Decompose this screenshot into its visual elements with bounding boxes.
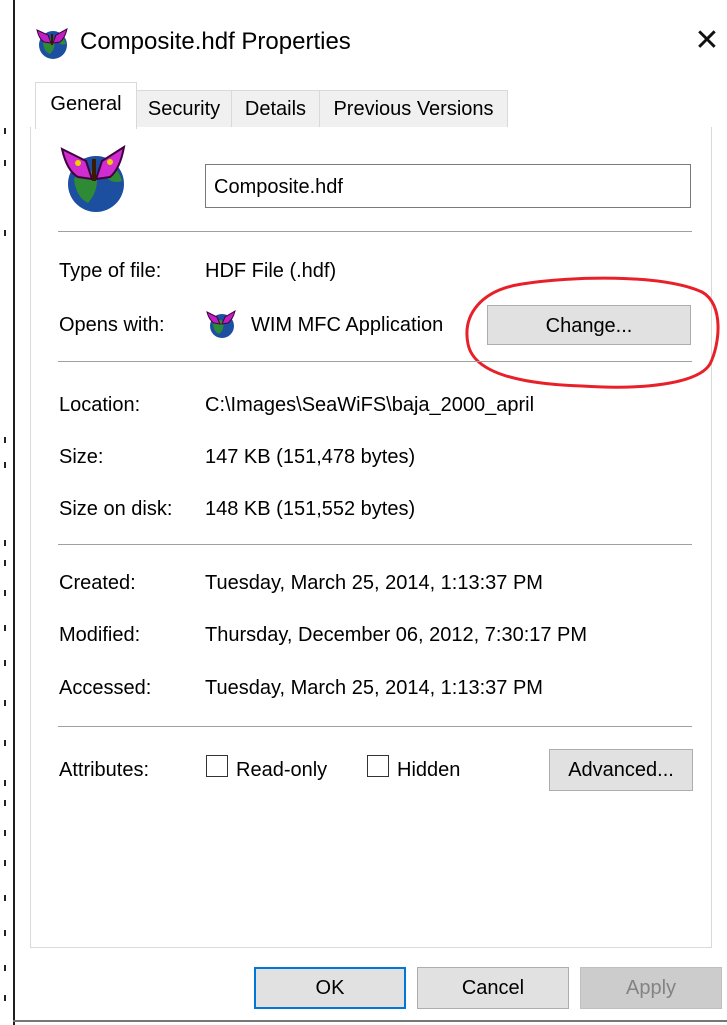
size-on-disk-value: 148 KB (151,552 bytes) <box>205 498 416 520</box>
size-label: Size: <box>59 446 104 468</box>
attributes-label: Attributes: <box>59 759 150 781</box>
ok-button[interactable]: OK <box>254 967 406 1009</box>
butterfly-globe-icon <box>34 26 70 60</box>
advanced-button[interactable]: Advanced... <box>549 749 693 791</box>
size-value: 147 KB (151,478 bytes) <box>205 446 416 468</box>
modified-label: Modified: <box>59 624 141 646</box>
accessed-label: Accessed: <box>59 677 152 699</box>
file-type-icon <box>58 144 128 215</box>
tab-security[interactable]: Security <box>136 90 232 129</box>
size-on-disk-label: Size on disk: <box>59 498 173 520</box>
separator <box>58 726 692 727</box>
separator <box>58 361 692 362</box>
type-of-file-value: HDF File (.hdf) <box>205 260 337 282</box>
cancel-button[interactable]: Cancel <box>417 967 569 1009</box>
tab-details[interactable]: Details <box>231 90 320 129</box>
tab-previous-versions[interactable]: Previous Versions <box>319 90 508 129</box>
opens-with-value: WIM MFC Application <box>251 314 444 336</box>
type-of-file-label: Type of file: <box>59 260 162 282</box>
background-window-edge <box>0 0 13 1025</box>
window-title: Composite.hdf Properties <box>80 28 351 55</box>
apply-button[interactable]: Apply <box>580 967 722 1009</box>
location-value: C:\Images\SeaWiFS\baja_2000_april <box>205 394 535 416</box>
created-label: Created: <box>59 572 136 594</box>
window-border-bottom <box>13 1020 727 1022</box>
tab-general[interactable]: General <box>35 82 137 129</box>
separator <box>58 544 692 545</box>
application-icon <box>205 309 237 339</box>
window-border <box>13 0 15 1025</box>
created-value: Tuesday, March 25, 2014, 1:13:37 PM <box>205 572 543 594</box>
opens-with-label: Opens with: <box>59 314 165 336</box>
file-name-input[interactable]: Composite.hdf <box>205 164 691 208</box>
read-only-checkbox[interactable] <box>206 755 228 777</box>
modified-value: Thursday, December 06, 2012, 7:30:17 PM <box>205 624 588 646</box>
annotation-circle <box>465 276 720 389</box>
close-icon[interactable]: ✕ <box>690 22 724 60</box>
general-tab-panel <box>30 127 712 948</box>
hidden-checkbox[interactable] <box>367 755 389 777</box>
separator <box>58 231 692 232</box>
hidden-label[interactable]: Hidden <box>397 757 460 783</box>
accessed-value: Tuesday, March 25, 2014, 1:13:37 PM <box>205 677 543 699</box>
read-only-label[interactable]: Read-only <box>236 757 327 783</box>
location-label: Location: <box>59 394 141 416</box>
